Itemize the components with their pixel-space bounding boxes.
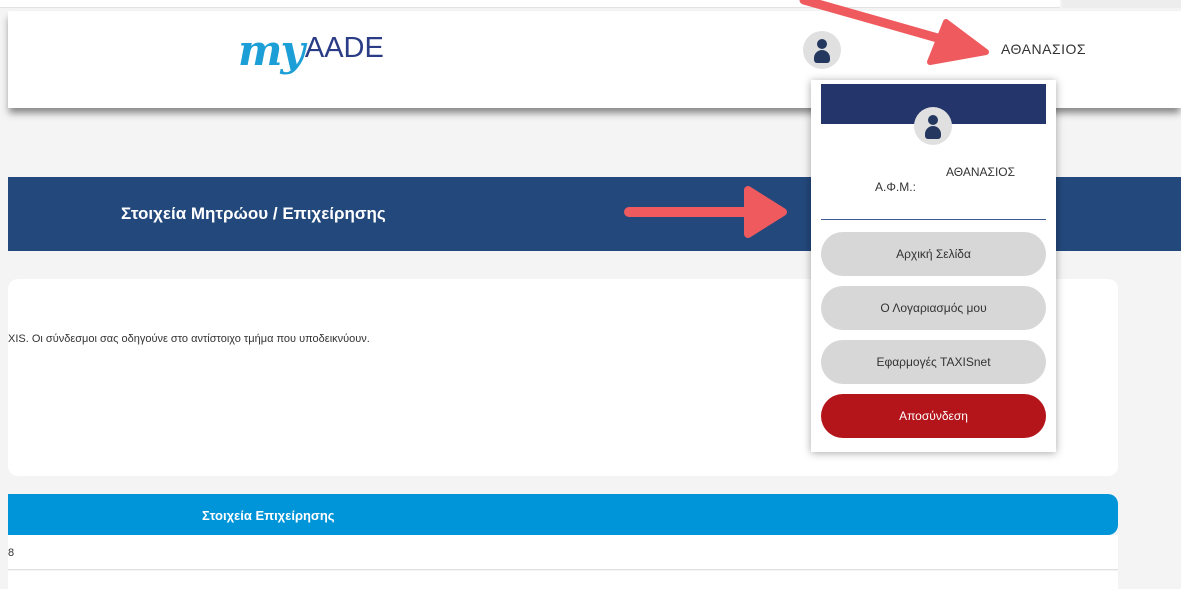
arrow-annotation-icon xyxy=(799,0,989,65)
annotation-arrows xyxy=(624,0,989,238)
arrow-annotation-icon xyxy=(624,186,787,238)
